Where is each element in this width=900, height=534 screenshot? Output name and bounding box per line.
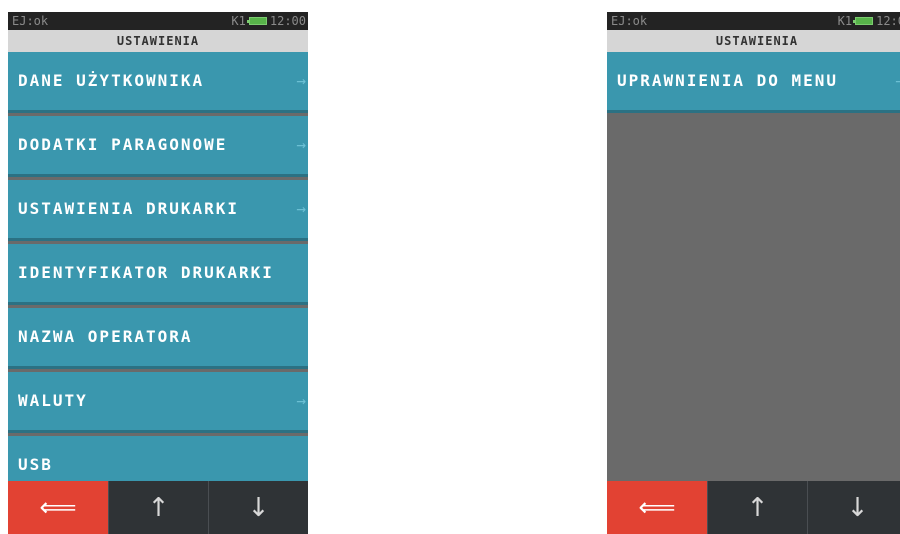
arrow-right-icon: → [296,199,306,218]
arrow-right-icon: → [296,71,306,90]
screen-title: USTAWIENIA [8,30,308,52]
menu-item-uprawnienia-do-menu[interactable]: UPRAWNIENIA DO MENU → [607,52,900,113]
settings-menu: UPRAWNIENIA DO MENU → [607,52,900,116]
menu-item-label: DANE UŻYTKOWNIKA [18,71,205,90]
settings-screen-right: EJ:ok K1 12:0 USTAWIENIA UPRAWNIENIA DO … [607,12,900,534]
clock: 12:00 [269,14,306,28]
arrow-right-icon: → [895,52,900,110]
menu-item-nazwa-operatora[interactable]: NAZWA OPERATORA [8,308,308,369]
status-bar: EJ:ok K1 12:00 [8,12,308,30]
arrow-down-icon: ↓ [846,492,869,523]
arrow-right-icon: → [296,391,306,410]
menu-item-label: WALUTY [18,391,88,410]
bottom-bar: ⟸ ↑ ↓ [607,481,900,534]
receipt-number: K1 [231,14,246,28]
arrow-down-icon: ↓ [247,492,270,523]
menu-item-waluty[interactable]: WALUTY → [8,372,308,433]
menu-item-label: UPRAWNIENIA DO MENU [617,71,839,90]
menu-item-label: NAZWA OPERATORA [18,327,193,346]
menu-item-dodatki-paragonowe[interactable]: DODATKI PARAGONOWE → [8,116,308,177]
back-arrow-icon: ⟸ [638,492,676,523]
menu-item-label: USB [18,455,53,474]
ej-status: EJ:ok [12,14,49,28]
status-bar: EJ:ok K1 12:0 [607,12,900,30]
settings-menu: DANE UŻYTKOWNIKA → DODATKI PARAGONOWE → … [8,52,308,500]
battery-icon [246,17,267,25]
back-button[interactable]: ⟸ [8,481,108,534]
menu-item-identyfikator-drukarki[interactable]: IDENTYFIKATOR DRUKARKI [8,244,308,305]
clock: 12:0 [876,14,900,28]
menu-item-label: DODATKI PARAGONOWE [18,135,228,154]
menu-item-label: IDENTYFIKATOR DRUKARKI [18,263,274,282]
scroll-up-button[interactable]: ↑ [108,481,208,534]
menu-item-label: USTAWIENIA DRUKARKI [18,199,240,218]
menu-item-ustawienia-drukarki[interactable]: USTAWIENIA DRUKARKI → [8,180,308,241]
scroll-down-button[interactable]: ↓ [208,481,308,534]
battery-icon [853,17,874,25]
ej-status: EJ:ok [611,14,648,28]
receipt-number: K1 [837,14,853,28]
bottom-bar: ⟸ ↑ ↓ [8,481,308,534]
menu-item-dane-uzytkownika[interactable]: DANE UŻYTKOWNIKA → [8,52,308,113]
back-button[interactable]: ⟸ [607,481,707,534]
arrow-right-icon: → [296,135,306,154]
arrow-up-icon: ↑ [147,492,170,523]
settings-screen-left: EJ:ok K1 12:00 USTAWIENIA DANE UŻYTKOWNI… [8,12,308,534]
screen-title: USTAWIENIA [607,30,900,52]
back-arrow-icon: ⟸ [39,492,77,523]
scroll-up-button[interactable]: ↑ [707,481,807,534]
arrow-up-icon: ↑ [746,492,769,523]
scroll-down-button[interactable]: ↓ [807,481,900,534]
